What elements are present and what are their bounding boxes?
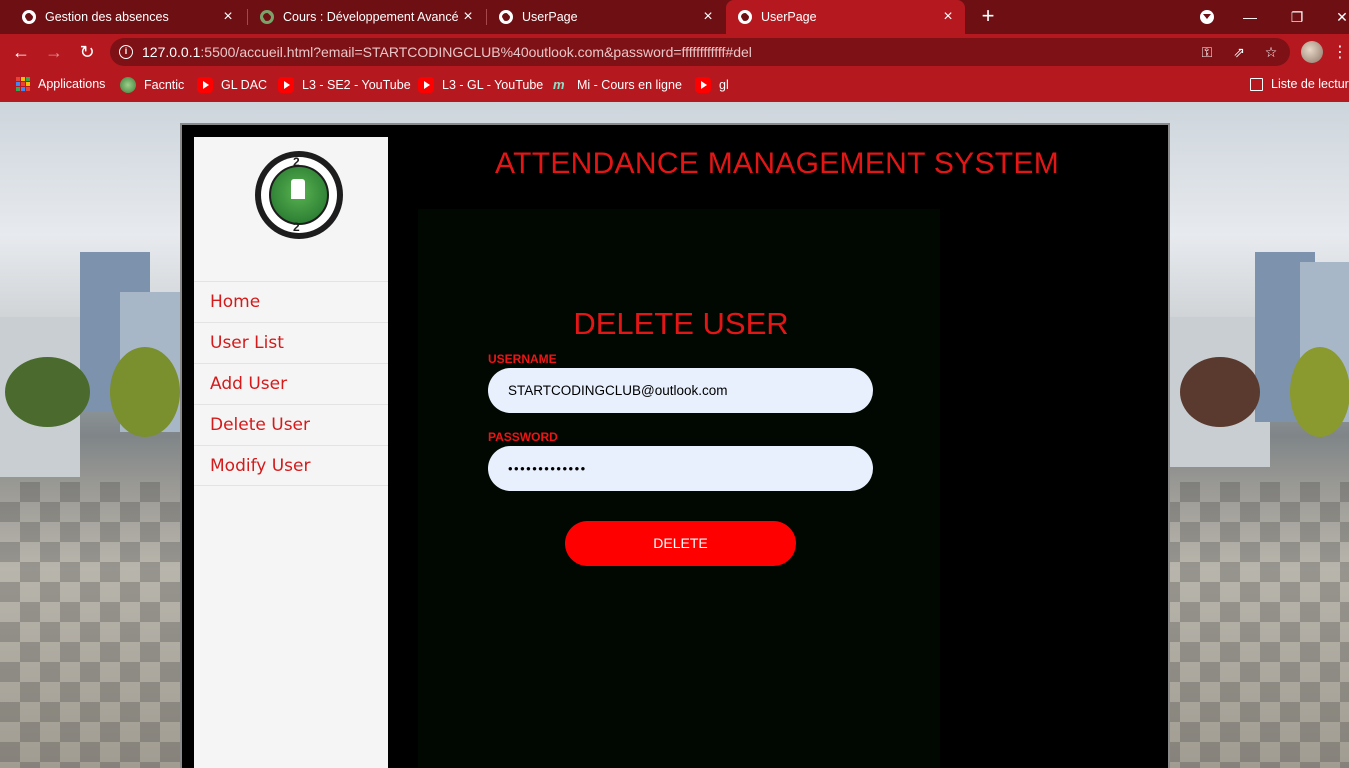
tab-title: UserPage — [761, 10, 817, 24]
course-site-icon — [260, 10, 274, 24]
reading-list-button[interactable]: Liste de lecture — [1250, 77, 1349, 91]
sidebar-item-home[interactable]: Home — [194, 281, 388, 322]
bookmark-l3-se2[interactable]: L3 - SE2 - YouTube — [278, 77, 411, 93]
sidebar-item-delete-user[interactable]: Delete User — [194, 404, 388, 445]
tab-cours[interactable]: Cours : Développement Avancé c × — [248, 0, 485, 34]
password-field[interactable]: ••••••••••••• — [488, 446, 873, 491]
university-logo: 2 2 — [255, 151, 343, 239]
address-bar[interactable]: i 127.0.0.1:5500/accueil.html?email=STAR… — [110, 38, 1290, 66]
browser-menu-icon[interactable]: ⋮ — [1332, 42, 1348, 62]
close-icon[interactable]: × — [939, 8, 957, 26]
app-container: 2 2 Home User List Add User Delete User … — [180, 123, 1170, 768]
bookmark-facntic[interactable]: Facntic — [120, 77, 184, 93]
sidebar-menu: Home User List Add User Delete User Modi… — [194, 281, 388, 486]
back-button[interactable]: ← — [9, 41, 33, 63]
youtube-icon — [418, 77, 434, 93]
bookmark-mi-cours[interactable]: m Mi - Cours en ligne — [553, 77, 682, 93]
tab-search-icon[interactable] — [1196, 6, 1218, 28]
new-tab-button[interactable]: + — [977, 5, 999, 27]
bookmark-gl[interactable]: gl — [695, 77, 729, 93]
sidebar-item-add-user[interactable]: Add User — [194, 363, 388, 404]
moodle-icon: m — [553, 77, 565, 92]
bookmark-l3-gl[interactable]: L3 - GL - YouTube — [418, 77, 543, 93]
tab-strip: Gestion des absences × Cours : Développe… — [0, 0, 1349, 34]
tab-title: Cours : Développement Avancé c — [283, 10, 461, 24]
youtube-icon — [278, 77, 294, 93]
delete-user-panel: DELETE USER USERNAME STARTCODINGCLUB@out… — [418, 209, 940, 768]
username-label: USERNAME — [488, 352, 557, 366]
bookmark-gl-dac[interactable]: GL DAC — [197, 77, 267, 93]
form-title: DELETE USER — [573, 306, 789, 341]
password-label: PASSWORD — [488, 430, 558, 444]
bookmark-star-icon[interactable]: ☆ — [1261, 42, 1281, 62]
profile-avatar[interactable] — [1301, 41, 1323, 63]
youtube-icon — [197, 77, 213, 93]
bookmarks-bar: Applications Facntic GL DAC L3 - SE2 - Y… — [0, 70, 1349, 102]
tab-userpage-1[interactable]: UserPage × — [487, 0, 725, 34]
window-close-button[interactable]: ✕ — [1331, 6, 1349, 28]
globe-icon — [22, 10, 36, 24]
close-icon[interactable]: × — [459, 8, 477, 26]
globe-icon — [499, 10, 513, 24]
browser-toolbar: ← → ↻ i 127.0.0.1:5500/accueil.html?emai… — [0, 34, 1349, 70]
tab-title: Gestion des absences — [45, 10, 169, 24]
site-info-icon[interactable]: i — [119, 45, 133, 59]
close-icon[interactable]: × — [699, 8, 717, 26]
page-title: ATTENDANCE MANAGEMENT SYSTEM — [494, 147, 1059, 180]
minimize-button[interactable]: — — [1239, 6, 1261, 28]
forward-button[interactable]: → — [42, 41, 66, 63]
apps-icon — [16, 77, 30, 91]
url-text[interactable]: 127.0.0.1:5500/accueil.html?email=STARTC… — [142, 44, 752, 60]
share-icon[interactable]: ⇗ — [1229, 42, 1249, 62]
youtube-icon — [695, 77, 711, 93]
globe-icon — [738, 10, 752, 24]
delete-button[interactable]: DELETE — [565, 521, 796, 566]
sidebar-item-modify-user[interactable]: Modify User — [194, 445, 388, 486]
restore-button[interactable]: ❐ — [1286, 6, 1308, 28]
sidebar-item-user-list[interactable]: User List — [194, 322, 388, 363]
tab-gestion-des-absences[interactable]: Gestion des absences × — [10, 0, 245, 34]
sidebar: 2 2 Home User List Add User Delete User … — [194, 137, 388, 768]
reload-button[interactable]: ↻ — [75, 41, 99, 63]
key-icon[interactable]: ⚿ — [1197, 42, 1217, 62]
bookmark-applications[interactable]: Applications — [16, 77, 105, 91]
reading-list-icon — [1250, 77, 1263, 91]
site-icon — [120, 77, 136, 93]
tab-title: UserPage — [522, 10, 578, 24]
username-field[interactable]: STARTCODINGCLUB@outlook.com — [488, 368, 873, 413]
close-icon[interactable]: × — [219, 8, 237, 26]
tab-userpage-active[interactable]: UserPage × — [726, 0, 965, 34]
